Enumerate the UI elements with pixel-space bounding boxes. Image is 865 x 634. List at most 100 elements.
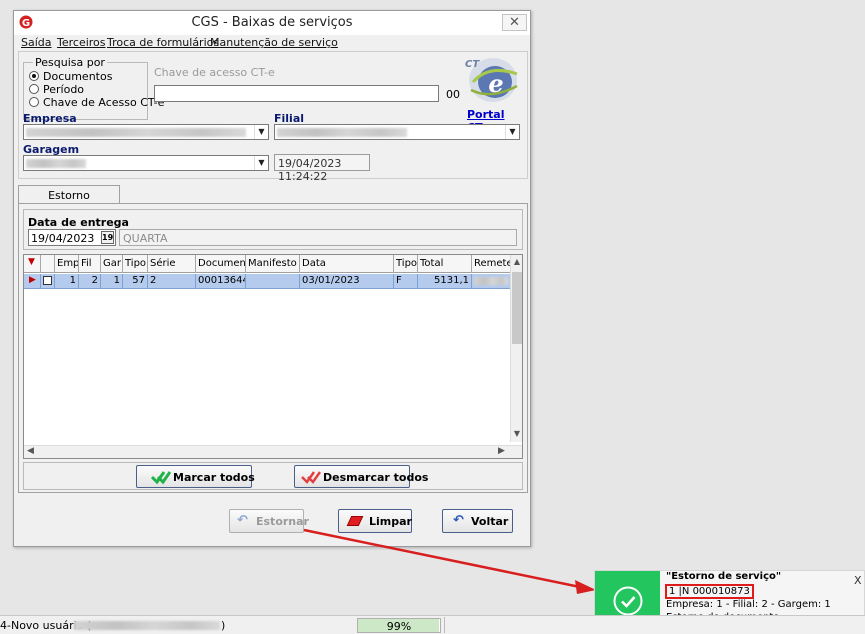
cell-gar: 1 — [101, 274, 123, 289]
cell-documento: 000136441 — [196, 274, 246, 289]
mark-all-button[interactable]: Marcar todos — [136, 465, 255, 488]
chevron-down-icon[interactable]: ▼ — [505, 125, 519, 139]
radio-chave-acesso-dot[interactable] — [29, 97, 39, 107]
grid-col-fil[interactable]: Fil — [79, 255, 101, 273]
eraser-icon — [346, 516, 364, 526]
close-button[interactable]: ✕ — [502, 14, 527, 31]
grid-col-data[interactable]: Data — [300, 255, 394, 273]
progress-text: 99% — [386, 620, 412, 633]
radio-chave-acesso[interactable]: Chave de Acesso CT-e — [29, 96, 164, 109]
toast-document-id: 1 |N 000010873 — [665, 584, 754, 599]
grid-col-total[interactable]: Total — [418, 255, 472, 273]
cell-serie: 2 — [148, 274, 196, 289]
horizontal-scrollbar[interactable]: ◀ ▶ — [24, 445, 522, 458]
double-check-red-icon — [301, 471, 321, 484]
unmark-all-label: Desmarcar todos — [323, 471, 429, 484]
access-key-label: Chave de acesso CT-e — [154, 66, 275, 79]
unmark-all-button[interactable]: Desmarcar todos — [294, 465, 428, 488]
title-bar: G CGS - Baixas de serviços ✕ — [14, 11, 530, 35]
cell-emp: 1 — [55, 274, 79, 289]
window-title: CGS - Baixas de serviços — [191, 15, 353, 30]
toast-close-button[interactable]: X — [854, 574, 862, 587]
grid-col-manifesto[interactable]: Manifesto — [246, 255, 300, 273]
radio-documentos[interactable]: Documentos — [29, 70, 144, 83]
main-window: G CGS - Baixas de serviços ✕ Saída Terce… — [13, 10, 531, 547]
cell-tipo2: F — [394, 274, 418, 289]
estornar-label: Estornar — [256, 515, 309, 528]
grid-col-tipo[interactable]: Tipo — [123, 255, 148, 273]
grid-header: ▼ Emp Fil Gar Tipo Série Documento Manif… — [24, 255, 510, 273]
grid-col-serie[interactable]: Série — [148, 255, 196, 273]
garagem-value-redacted — [26, 159, 86, 168]
back-arrow-icon: ↶ — [453, 513, 464, 528]
cell-manifesto — [246, 274, 300, 289]
table-row[interactable]: ▶ 1 2 1 57 2 000136441 03/01/2023 F 5131… — [24, 274, 510, 289]
tab-content: Data de entrega 19/04/2023 19 QUARTA ▼ E… — [18, 203, 528, 493]
tab-estorno[interactable]: Estorno — [18, 185, 120, 204]
status-user-redacted — [74, 621, 220, 630]
double-check-icon — [151, 471, 171, 485]
delivery-date-value: 19/04/2023 — [31, 232, 95, 245]
radio-periodo[interactable]: Período — [29, 83, 144, 96]
grid-sort-icon[interactable]: ▼ — [24, 255, 41, 273]
menu-saida[interactable]: Saída — [21, 36, 52, 49]
grid-col-gar[interactable]: Gar — [101, 255, 123, 273]
search-panel: Pesquisa por Documentos Período Chave de… — [18, 51, 528, 183]
access-key-suffix: 00 — [446, 88, 460, 101]
cell-fil: 2 — [79, 274, 101, 289]
datetime-display: 19/04/2023 11:24:22 — [274, 154, 370, 183]
filial-value-redacted — [277, 128, 407, 137]
mark-buttons-panel — [23, 462, 523, 490]
empresa-select[interactable]: ▼ — [23, 124, 269, 140]
menu-bar: Saída Terceiros Troca de formulários Man… — [14, 35, 530, 51]
status-divider — [444, 617, 445, 633]
radio-documentos-dot[interactable] — [29, 71, 39, 81]
radio-periodo-dot[interactable] — [29, 84, 39, 94]
menu-troca-formularios[interactable]: Troca de formulários — [107, 36, 219, 49]
filial-select[interactable]: ▼ — [274, 124, 520, 140]
calendar-icon[interactable]: 19 — [101, 231, 114, 244]
grid-col-remetente[interactable]: Remetent — [472, 255, 510, 273]
svg-text:CT: CT — [465, 59, 480, 70]
radio-chave-acesso-label: Chave de Acesso CT-e — [43, 96, 165, 109]
vertical-scrollbar[interactable]: ▲ ▼ — [510, 255, 522, 442]
weekday-display: QUARTA — [119, 229, 517, 246]
grid-col-check[interactable] — [41, 255, 55, 273]
svg-text:e: e — [488, 69, 503, 98]
cell-tipo: 57 — [123, 274, 148, 289]
row-checkbox[interactable] — [41, 274, 55, 289]
status-bar: 4-Novo usuário ( ) 99% — [0, 615, 865, 634]
chevron-down-icon[interactable]: ▼ — [254, 125, 268, 139]
mark-all-label: Marcar todos — [173, 471, 255, 484]
check-circle-icon — [613, 586, 643, 616]
status-user-close: ) — [221, 619, 226, 632]
undo-icon: ↶ — [237, 513, 248, 528]
estornar-button[interactable]: ↶ Estornar — [229, 509, 309, 533]
scroll-up-icon[interactable]: ▲ — [511, 257, 523, 266]
documents-grid: ▼ Emp Fil Gar Tipo Série Documento Manif… — [23, 254, 523, 459]
cte-logo-icon: e CT — [465, 58, 518, 102]
radio-documentos-label: Documentos — [43, 70, 113, 83]
limpar-button[interactable]: Limpar — [338, 509, 412, 533]
access-key-input[interactable] — [154, 85, 439, 102]
toast-title: "Estorno de serviço" — [666, 571, 782, 582]
grid-col-emp[interactable]: Emp — [55, 255, 79, 273]
garagem-select[interactable]: ▼ — [23, 155, 269, 171]
delivery-date-input[interactable]: 19/04/2023 19 — [28, 229, 116, 246]
toast-line-2: Empresa: 1 - Filial: 2 - Gargem: 1 — [666, 599, 831, 610]
cell-remetente — [472, 274, 510, 289]
chevron-down-icon[interactable]: ▼ — [254, 156, 268, 170]
scroll-left-icon[interactable]: ◀ — [27, 446, 34, 456]
grid-col-tipo2[interactable]: Tipo — [394, 255, 418, 273]
voltar-label: Voltar — [471, 515, 509, 528]
menu-terceiros[interactable]: Terceiros — [57, 36, 106, 49]
limpar-label: Limpar — [369, 515, 412, 528]
voltar-button[interactable]: ↶ Voltar — [442, 509, 513, 533]
scroll-down-icon[interactable]: ▼ — [511, 429, 523, 438]
scrollbar-thumb[interactable] — [512, 272, 522, 344]
cell-data: 03/01/2023 — [300, 274, 394, 289]
grid-col-documento[interactable]: Documento — [196, 255, 246, 273]
menu-manutencao-servico[interactable]: Manutenção de serviço — [210, 36, 338, 49]
progress-bar: 99% — [357, 618, 441, 633]
scroll-right-icon[interactable]: ▶ — [498, 446, 505, 456]
